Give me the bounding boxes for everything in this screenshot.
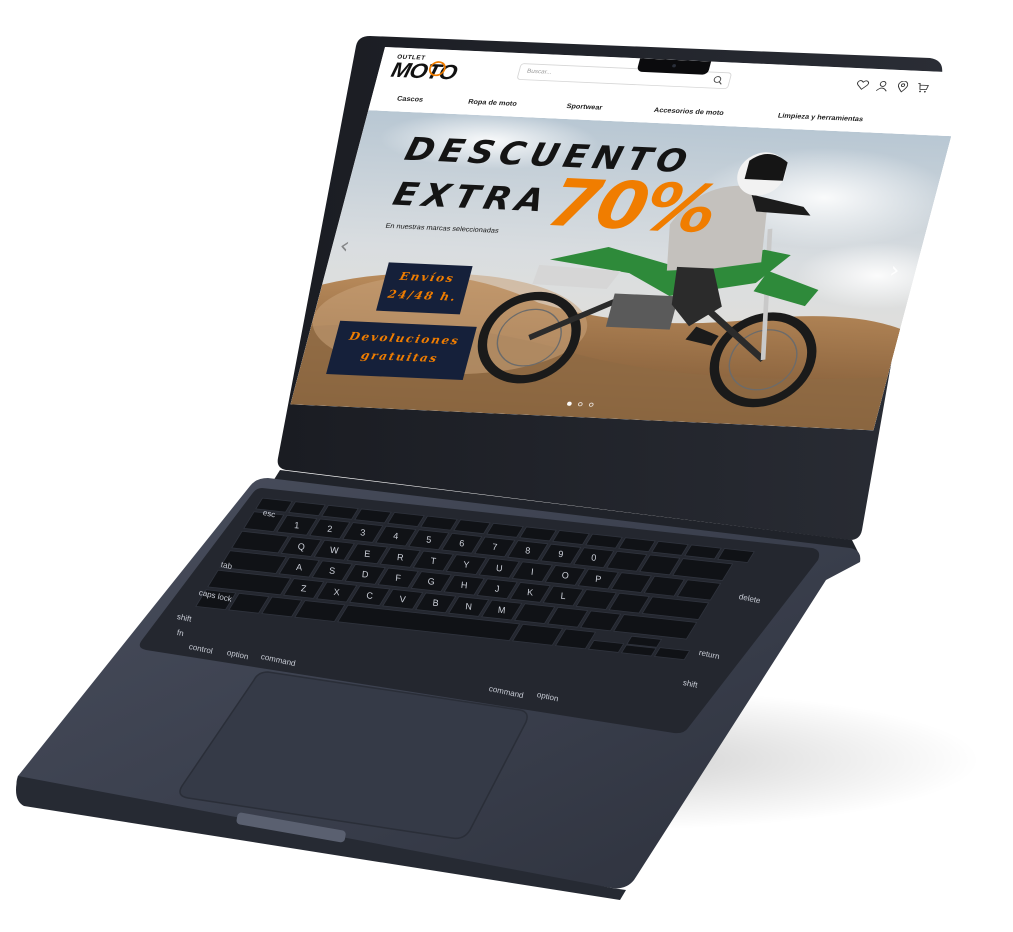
heart-icon[interactable] <box>855 79 871 91</box>
key-3-label: 3 <box>360 527 366 537</box>
key-V-label: V <box>399 594 406 605</box>
key-9-label: 9 <box>558 549 564 559</box>
key-E-label: E <box>364 549 371 560</box>
key-B-label: B <box>432 598 439 609</box>
key-8-label: 8 <box>525 545 531 555</box>
hero-discount: 70% <box>540 165 725 248</box>
promo-returns-badge: Devoluciones gratuitas <box>326 320 477 381</box>
nav-item-sportwear[interactable]: Sportwear <box>566 102 604 111</box>
screen-display: OUTLET MOTO Buscar... Cascos Ropa de mot… <box>290 47 969 431</box>
key-H-label: H <box>460 580 468 591</box>
search-icon[interactable] <box>711 75 725 85</box>
nav-item-accesorios[interactable]: Accesorios de moto <box>653 106 725 117</box>
nav-item-cascos[interactable]: Cascos <box>396 95 424 104</box>
key-Q-label: Q <box>297 541 305 552</box>
key-5-label: 5 <box>426 534 432 544</box>
promo-shipping-badge: Envíos 24/48 h. <box>376 262 473 315</box>
key-7-label: 7 <box>492 542 498 552</box>
site-logo[interactable]: OUTLET MOTO <box>389 54 459 84</box>
user-icon[interactable] <box>875 80 891 92</box>
nav-item-ropa-de-moto[interactable]: Ropa de moto <box>467 98 518 108</box>
key-P-label: P <box>595 574 602 585</box>
key-6-label: 6 <box>459 538 465 548</box>
carousel-dot[interactable] <box>577 402 584 407</box>
key-Y-label: Y <box>463 559 470 570</box>
cart-icon[interactable] <box>915 82 931 94</box>
search-placeholder: Buscar... <box>526 68 553 76</box>
promo-shipping-line2: 24/48 h. <box>386 288 459 305</box>
key-O-label: O <box>561 570 569 581</box>
nav-item-limpieza[interactable]: Limpieza y herramientas <box>777 112 864 123</box>
key-W-label: W <box>330 545 340 556</box>
hero-title-line2: EXTRA <box>389 175 554 219</box>
key-G-label: G <box>427 576 435 587</box>
key-M-label: M <box>497 605 506 616</box>
key-N-label: N <box>465 601 473 612</box>
location-pin-icon[interactable] <box>895 80 911 93</box>
key-K-label: K <box>527 587 534 598</box>
key-0-label: 0 <box>591 552 597 562</box>
key-S-label: S <box>329 565 336 576</box>
key-X-label: X <box>333 587 340 598</box>
carousel-dot[interactable] <box>588 402 595 407</box>
camera-icon <box>671 64 677 68</box>
laptop-mockup: 1234567890QWERTYUIOPASDFGHJKLZXCVBNM esc… <box>0 0 1013 932</box>
key-1-label: 1 <box>294 520 300 530</box>
key-L-label: L <box>560 591 566 601</box>
key-4-label: 4 <box>393 531 399 541</box>
hero-banner[interactable]: DESCUENTO EXTRA 70% En nuestras marcas s… <box>290 110 952 431</box>
key-2-label: 2 <box>327 524 333 534</box>
key-U-label: U <box>496 563 504 574</box>
carousel-dot[interactable] <box>566 401 573 406</box>
key-A-label: A <box>296 562 303 573</box>
logo-big-text: MOTO <box>388 58 460 85</box>
